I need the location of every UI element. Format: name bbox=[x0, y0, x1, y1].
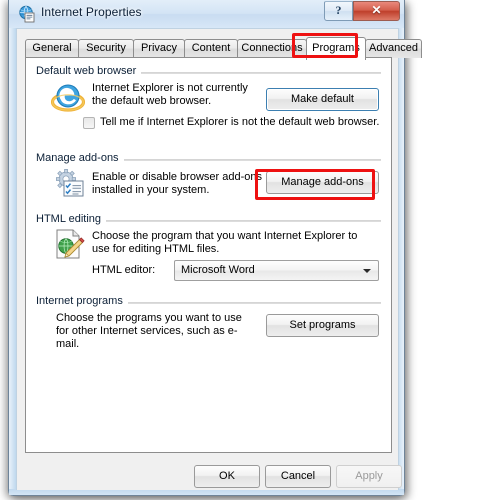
group-label-html-editing: HTML editing bbox=[36, 213, 107, 225]
window-frame-left-edge bbox=[9, 0, 16, 495]
window-title: Internet Properties bbox=[41, 5, 142, 19]
tab-advanced[interactable]: Advanced bbox=[365, 39, 422, 58]
ok-button[interactable]: OK bbox=[194, 465, 260, 488]
tab-strip: General Security Privacy Content Connect… bbox=[25, 37, 422, 60]
internet-programs-description: Choose the programs you want to use for … bbox=[56, 312, 242, 350]
group-label-internet-programs: Internet programs bbox=[36, 295, 128, 307]
dialog-client-area: General Security Privacy Content Connect… bbox=[16, 28, 422, 491]
close-icon: ✕ bbox=[371, 3, 382, 17]
html-editor-combobox[interactable]: Microsoft Word bbox=[174, 260, 379, 281]
title-bar[interactable]: Internet Properties ? ✕ bbox=[9, 0, 404, 28]
page-globe-pencil-icon bbox=[53, 228, 85, 265]
tab-privacy[interactable]: Privacy bbox=[133, 39, 185, 58]
internet-properties-dialog: Internet Properties ? ✕ General Security… bbox=[8, 0, 422, 496]
programs-tab-panel: Default web browser Internet Explorer is… bbox=[25, 57, 392, 453]
tab-connections[interactable]: Connections bbox=[237, 39, 307, 58]
dialog-footer: OK Cancel Apply bbox=[17, 461, 402, 491]
html-editor-selected-value: Microsoft Word bbox=[181, 264, 255, 276]
tell-me-default-checkbox[interactable] bbox=[83, 117, 95, 129]
internet-properties-globe-icon bbox=[18, 5, 36, 23]
internet-explorer-icon bbox=[50, 80, 86, 119]
help-button[interactable]: ? bbox=[324, 1, 353, 21]
tab-programs[interactable]: Programs bbox=[306, 37, 366, 60]
default-browser-description: Internet Explorer is not currently the d… bbox=[92, 82, 248, 107]
tab-general[interactable]: General bbox=[25, 39, 79, 58]
cancel-button[interactable]: Cancel bbox=[265, 465, 331, 488]
group-label-default-web-browser: Default web browser bbox=[36, 65, 142, 77]
chevron-down-icon[interactable] bbox=[363, 269, 371, 273]
html-editing-description: Choose the program that you want Interne… bbox=[92, 230, 358, 255]
html-editor-label: HTML editor: bbox=[92, 264, 156, 276]
group-label-manage-addons: Manage add-ons bbox=[36, 152, 124, 164]
set-programs-button[interactable]: Set programs bbox=[266, 314, 379, 337]
close-button[interactable]: ✕ bbox=[353, 1, 400, 21]
manage-addons-button[interactable]: Manage add-ons bbox=[266, 171, 379, 194]
apply-button[interactable]: Apply bbox=[336, 465, 402, 488]
help-icon: ? bbox=[335, 3, 342, 17]
tab-content[interactable]: Content bbox=[184, 39, 238, 58]
tab-security[interactable]: Security bbox=[78, 39, 134, 58]
make-default-button[interactable]: Make default bbox=[266, 88, 379, 111]
tell-me-default-checkbox-label: Tell me if Internet Explorer is not the … bbox=[100, 116, 380, 128]
gear-checklist-icon bbox=[53, 168, 85, 203]
manage-addons-description: Enable or disable browser add-ons instal… bbox=[92, 171, 262, 196]
